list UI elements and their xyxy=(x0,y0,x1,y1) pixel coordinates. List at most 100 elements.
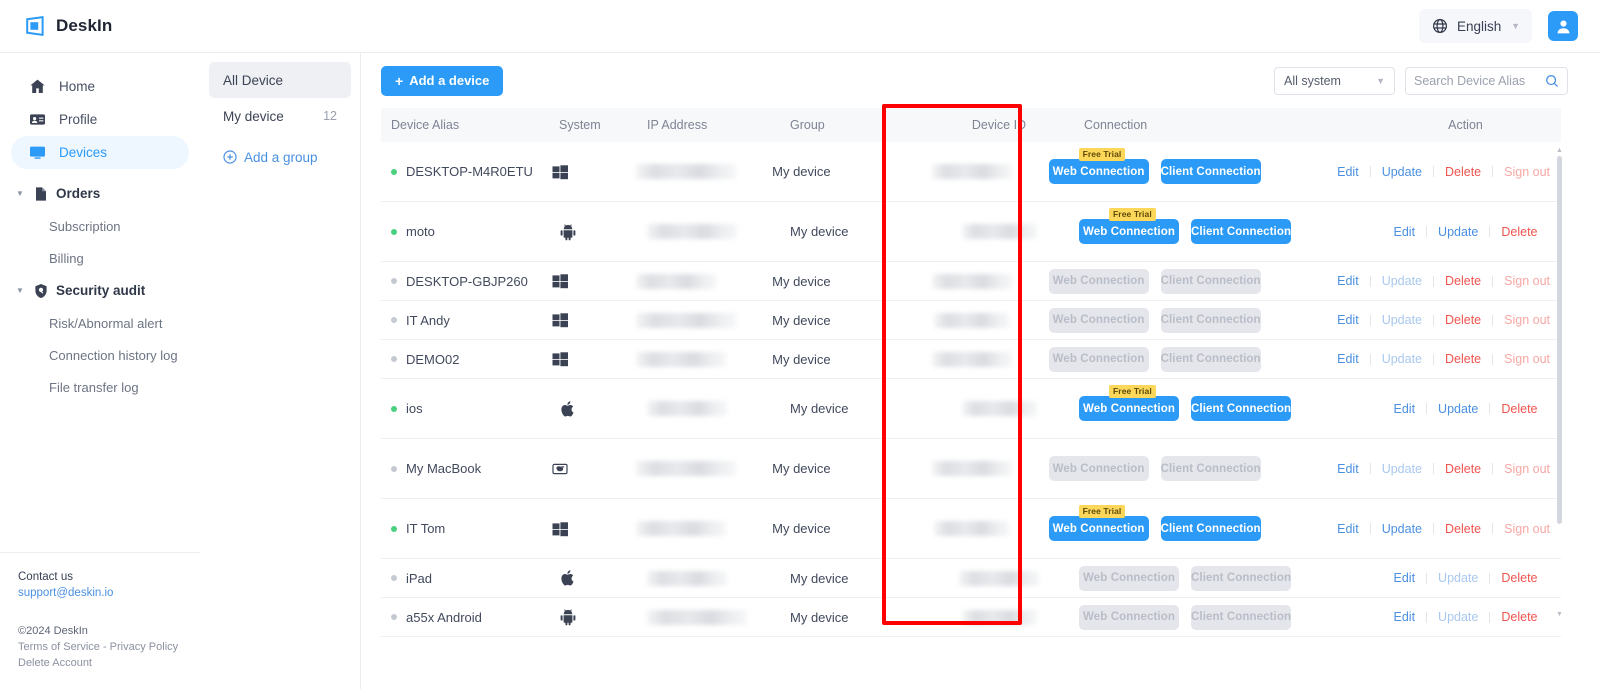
table-row[interactable]: IT Tom My device Free Trial Web Connection C… xyxy=(381,499,1561,559)
sidebar-item-file-transfer-log[interactable]: File transfer log xyxy=(11,371,189,403)
group-item-all-device[interactable]: All Device xyxy=(209,62,351,98)
sign-out-link[interactable]: Sign out xyxy=(1493,462,1561,476)
delete-link[interactable]: Delete xyxy=(1434,274,1492,288)
client-connection-button[interactable]: Client Connection xyxy=(1191,396,1292,421)
shield-search-icon xyxy=(32,282,49,299)
column-header-device-id[interactable]: Device ID xyxy=(928,118,1070,132)
scroll-up-arrow-icon[interactable]: ▲ xyxy=(1556,147,1563,154)
support-email-link[interactable]: support@deskin.io xyxy=(18,585,200,601)
update-link[interactable]: Update xyxy=(1427,402,1489,416)
table-row[interactable]: moto My device Free Trial Web Connection Cli… xyxy=(381,202,1561,262)
update-link[interactable]: Update xyxy=(1371,274,1433,288)
update-link[interactable]: Update xyxy=(1371,522,1433,536)
column-header-ip-address[interactable]: IP Address xyxy=(647,118,790,132)
edit-link[interactable]: Edit xyxy=(1383,571,1427,585)
edit-link[interactable]: Edit xyxy=(1326,352,1370,366)
table-row[interactable]: iPad My device Web Connection Client Connec… xyxy=(381,559,1561,598)
group-label: My device xyxy=(790,609,849,625)
delete-link[interactable]: Delete xyxy=(1490,402,1548,416)
update-link[interactable]: Update xyxy=(1371,352,1433,366)
sidebar-item-subscription[interactable]: Subscription xyxy=(11,210,189,242)
edit-link[interactable]: Edit xyxy=(1326,165,1370,179)
sidebar-item-billing[interactable]: Billing xyxy=(11,242,189,274)
delete-link[interactable]: Delete xyxy=(1490,610,1548,624)
client-connection-label: Client Connection xyxy=(1160,353,1261,365)
delete-account-link[interactable]: Delete Account xyxy=(18,655,200,671)
edit-link[interactable]: Edit xyxy=(1326,274,1370,288)
edit-link[interactable]: Edit xyxy=(1326,522,1370,536)
add-a-group-label: Add a group xyxy=(244,149,318,165)
table-row[interactable]: DEMO02 My device Web Connection Client Conn… xyxy=(381,340,1561,379)
device-alias-label: IT Tom xyxy=(406,521,446,536)
web-connection-button[interactable]: Free Trial Web Connection xyxy=(1048,505,1149,541)
scrollbar-thumb[interactable] xyxy=(1557,156,1562,524)
sign-out-link[interactable]: Sign out xyxy=(1493,352,1561,366)
table-row[interactable]: a55x Android My device Web Connection Clien… xyxy=(381,598,1561,637)
edit-link[interactable]: Edit xyxy=(1326,313,1370,327)
update-link[interactable]: Update xyxy=(1427,225,1489,239)
brand-logo-area[interactable]: DeskIn xyxy=(0,14,112,38)
update-link[interactable]: Update xyxy=(1371,165,1433,179)
column-header-group[interactable]: Group xyxy=(790,118,928,132)
update-link[interactable]: Update xyxy=(1371,313,1433,327)
table-row[interactable]: ios My device Free Trial Web Connection Clie… xyxy=(381,379,1561,439)
sign-out-link[interactable]: Sign out xyxy=(1493,522,1561,536)
delete-link[interactable]: Delete xyxy=(1434,522,1492,536)
device-alias-label: iPad xyxy=(406,570,433,586)
sign-out-link[interactable]: Sign out xyxy=(1493,313,1561,327)
edit-link[interactable]: Edit xyxy=(1383,402,1427,416)
table-vertical-scrollbar[interactable]: ▲ ▼ xyxy=(1556,142,1563,618)
add-a-device-button[interactable]: + Add a device xyxy=(381,65,504,96)
web-connection-button[interactable]: Free Trial Web Connection xyxy=(1079,208,1179,244)
cell-device-alias: a55x Android xyxy=(381,610,559,625)
delete-link[interactable]: Delete xyxy=(1434,165,1492,179)
table-row[interactable]: DESKTOP-GBJP260 My device Web Connection Cl… xyxy=(381,262,1561,301)
column-header-device-alias[interactable]: Device Alias xyxy=(381,118,559,132)
sidebar-item-connection-history-log[interactable]: Connection history log xyxy=(11,339,189,371)
sidebar-item-risk-abnormal-alert[interactable]: Risk/Abnormal alert xyxy=(11,307,189,339)
delete-link[interactable]: Delete xyxy=(1490,225,1548,239)
column-header-action[interactable]: Action xyxy=(1370,118,1561,132)
delete-link[interactable]: Delete xyxy=(1490,571,1548,585)
search-device-alias-box[interactable] xyxy=(1405,66,1568,95)
edit-link[interactable]: Edit xyxy=(1383,225,1427,239)
web-connection-button[interactable]: Free Trial Web Connection xyxy=(1048,148,1149,184)
client-connection-button[interactable]: Client Connection xyxy=(1160,159,1261,184)
client-connection-button[interactable]: Client Connection xyxy=(1191,219,1292,244)
search-icon[interactable] xyxy=(1545,74,1559,88)
table-row[interactable]: IT Andy My device Web Connection Client Con… xyxy=(381,301,1561,340)
web-connection-button[interactable]: Free Trial Web Connection xyxy=(1079,385,1179,421)
system-filter-select[interactable]: All system ▼ xyxy=(1274,66,1395,95)
edit-link[interactable]: Edit xyxy=(1326,462,1370,476)
sidebar-group-orders[interactable]: ▼ Orders xyxy=(11,177,189,210)
language-selector[interactable]: English ▼ xyxy=(1419,9,1532,43)
sign-out-link[interactable]: Sign out xyxy=(1493,274,1561,288)
user-avatar-icon[interactable] xyxy=(1548,11,1578,41)
scroll-down-arrow-icon[interactable]: ▼ xyxy=(1556,611,1563,618)
delete-link[interactable]: Delete xyxy=(1434,313,1492,327)
column-header-system[interactable]: System xyxy=(559,118,647,132)
update-link[interactable]: Update xyxy=(1427,610,1489,624)
sidebar-item-devices[interactable]: Devices xyxy=(11,136,189,169)
add-a-group-button[interactable]: Add a group xyxy=(209,140,351,174)
sidebar-group-security-audit[interactable]: ▼ Security audit xyxy=(11,274,189,307)
update-link[interactable]: Update xyxy=(1371,462,1433,476)
update-link[interactable]: Update xyxy=(1427,571,1489,585)
column-header-connection[interactable]: Connection xyxy=(1070,118,1370,132)
legal-links[interactable]: Terms of Service - Privacy Policy xyxy=(18,639,200,655)
table-row[interactable]: DESKTOP-M4R0ETU My device Free Trial Web Co… xyxy=(381,142,1561,202)
sidebar-item-home[interactable]: Home xyxy=(11,70,189,103)
web-connection-label: Web Connection xyxy=(1052,462,1145,475)
group-item-my-device[interactable]: My device 12 xyxy=(209,98,351,134)
cell-ip-address xyxy=(647,401,790,416)
delete-link[interactable]: Delete xyxy=(1434,352,1492,366)
redacted-ip-address xyxy=(647,609,747,625)
delete-link[interactable]: Delete xyxy=(1434,462,1492,476)
edit-link[interactable]: Edit xyxy=(1383,610,1427,624)
windows-icon xyxy=(551,350,569,368)
search-input[interactable] xyxy=(1414,73,1545,88)
client-connection-button[interactable]: Client Connection xyxy=(1160,516,1261,541)
table-row[interactable]: My MacBook My device Web Connection Client … xyxy=(381,439,1561,499)
sidebar-item-profile[interactable]: Profile xyxy=(11,103,189,136)
sign-out-link[interactable]: Sign out xyxy=(1493,165,1561,179)
